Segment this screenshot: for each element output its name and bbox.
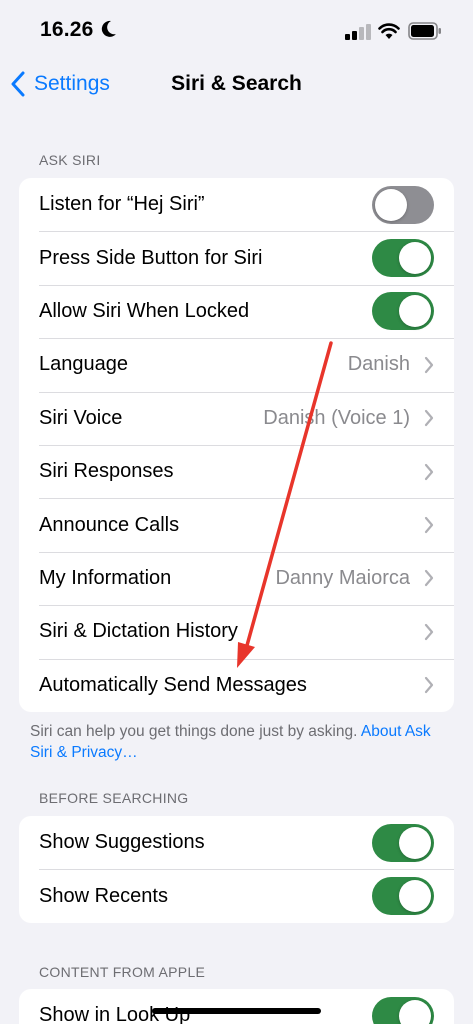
chevron-right-icon	[424, 463, 434, 480]
status-bar: 16.26	[0, 0, 473, 60]
row-show-in-look-up[interactable]: Show in Look Up	[19, 989, 454, 1024]
ask-siri-group: Listen for “Hej Siri” Press Side Button …	[19, 178, 454, 712]
hej-siri-toggle[interactable]	[372, 185, 434, 224]
section-header-ask-siri: ASK SIRI	[39, 152, 101, 168]
show-suggestions-toggle[interactable]	[372, 823, 434, 862]
siri-search-settings-screen: 16.26 Settings Siri & Search ASK SIRI Li…	[0, 0, 473, 1024]
before-searching-group: Show Suggestions Show Recents	[19, 816, 454, 923]
row-siri-dictation-history[interactable]: Siri & Dictation History	[19, 605, 454, 658]
chevron-right-icon	[424, 410, 434, 427]
row-my-information[interactable]: My Information Danny Maiorca	[19, 551, 454, 605]
row-show-recents[interactable]: Show Recents	[19, 869, 454, 922]
row-label: Siri & Dictation History	[39, 620, 238, 643]
row-show-suggestions[interactable]: Show Suggestions	[19, 816, 454, 869]
row-label: Automatically Send Messages	[39, 673, 307, 696]
chevron-right-icon	[424, 623, 434, 640]
battery-icon	[408, 22, 441, 40]
toggle-knob	[399, 880, 431, 913]
toggle-knob	[399, 242, 431, 275]
row-label: Press Side Button for Siri	[39, 246, 263, 269]
toggle-knob	[399, 826, 431, 859]
show-in-look-up-toggle[interactable]	[372, 996, 434, 1024]
moon-icon	[101, 20, 116, 37]
row-label: Siri Voice	[39, 406, 123, 429]
row-language[interactable]: Language Danish	[19, 338, 454, 391]
navigation-bar: Settings Siri & Search	[0, 60, 473, 108]
row-label: Language	[39, 353, 128, 376]
chevron-right-icon	[424, 677, 434, 694]
row-label: Show Recents	[39, 884, 168, 907]
my-information-value: Danny Maiorca	[275, 566, 410, 589]
ask-siri-footer: Siri can help you get things done just b…	[30, 721, 450, 763]
content-from-apple-group: Show in Look Up	[19, 989, 454, 1024]
allow-when-locked-toggle[interactable]	[372, 292, 434, 331]
row-label: Siri Responses	[39, 460, 174, 483]
row-siri-voice[interactable]: Siri Voice Danish (Voice 1)	[19, 391, 454, 445]
toggle-knob	[399, 999, 431, 1024]
section-header-content-from-apple: CONTENT FROM APPLE	[39, 964, 206, 980]
chevron-right-icon	[424, 356, 434, 373]
footer-text: Siri can help you get things done just b…	[30, 723, 358, 740]
row-label: Allow Siri When Locked	[39, 299, 250, 322]
show-recents-toggle[interactable]	[372, 877, 434, 916]
row-label: Show Suggestions	[39, 831, 205, 854]
row-siri-responses[interactable]: Siri Responses	[19, 444, 454, 498]
row-allow-siri-when-locked[interactable]: Allow Siri When Locked	[19, 284, 454, 338]
section-header-before-searching: BEFORE SEARCHING	[39, 790, 189, 806]
row-label: Announce Calls	[39, 513, 180, 536]
side-button-toggle[interactable]	[372, 239, 434, 278]
siri-voice-value: Danish (Voice 1)	[263, 406, 410, 429]
page-title: Siri & Search	[171, 72, 302, 95]
chevron-right-icon	[424, 570, 434, 587]
row-label: My Information	[39, 566, 172, 589]
row-listen-for-hej-siri[interactable]: Listen for “Hej Siri”	[19, 178, 454, 231]
toggle-knob	[375, 188, 407, 221]
status-time: 16.26	[40, 18, 94, 41]
row-press-side-button[interactable]: Press Side Button for Siri	[19, 231, 454, 284]
toggle-knob	[399, 295, 431, 328]
row-automatically-send-messages[interactable]: Automatically Send Messages	[19, 658, 454, 712]
home-indicator	[152, 1008, 321, 1014]
row-label: Listen for “Hej Siri”	[39, 193, 205, 216]
chevron-right-icon	[424, 516, 434, 534]
language-value: Danish	[347, 353, 410, 376]
row-announce-calls[interactable]: Announce Calls	[19, 498, 454, 551]
cellular-signal-icon	[345, 24, 371, 40]
wifi-icon	[378, 23, 400, 39]
